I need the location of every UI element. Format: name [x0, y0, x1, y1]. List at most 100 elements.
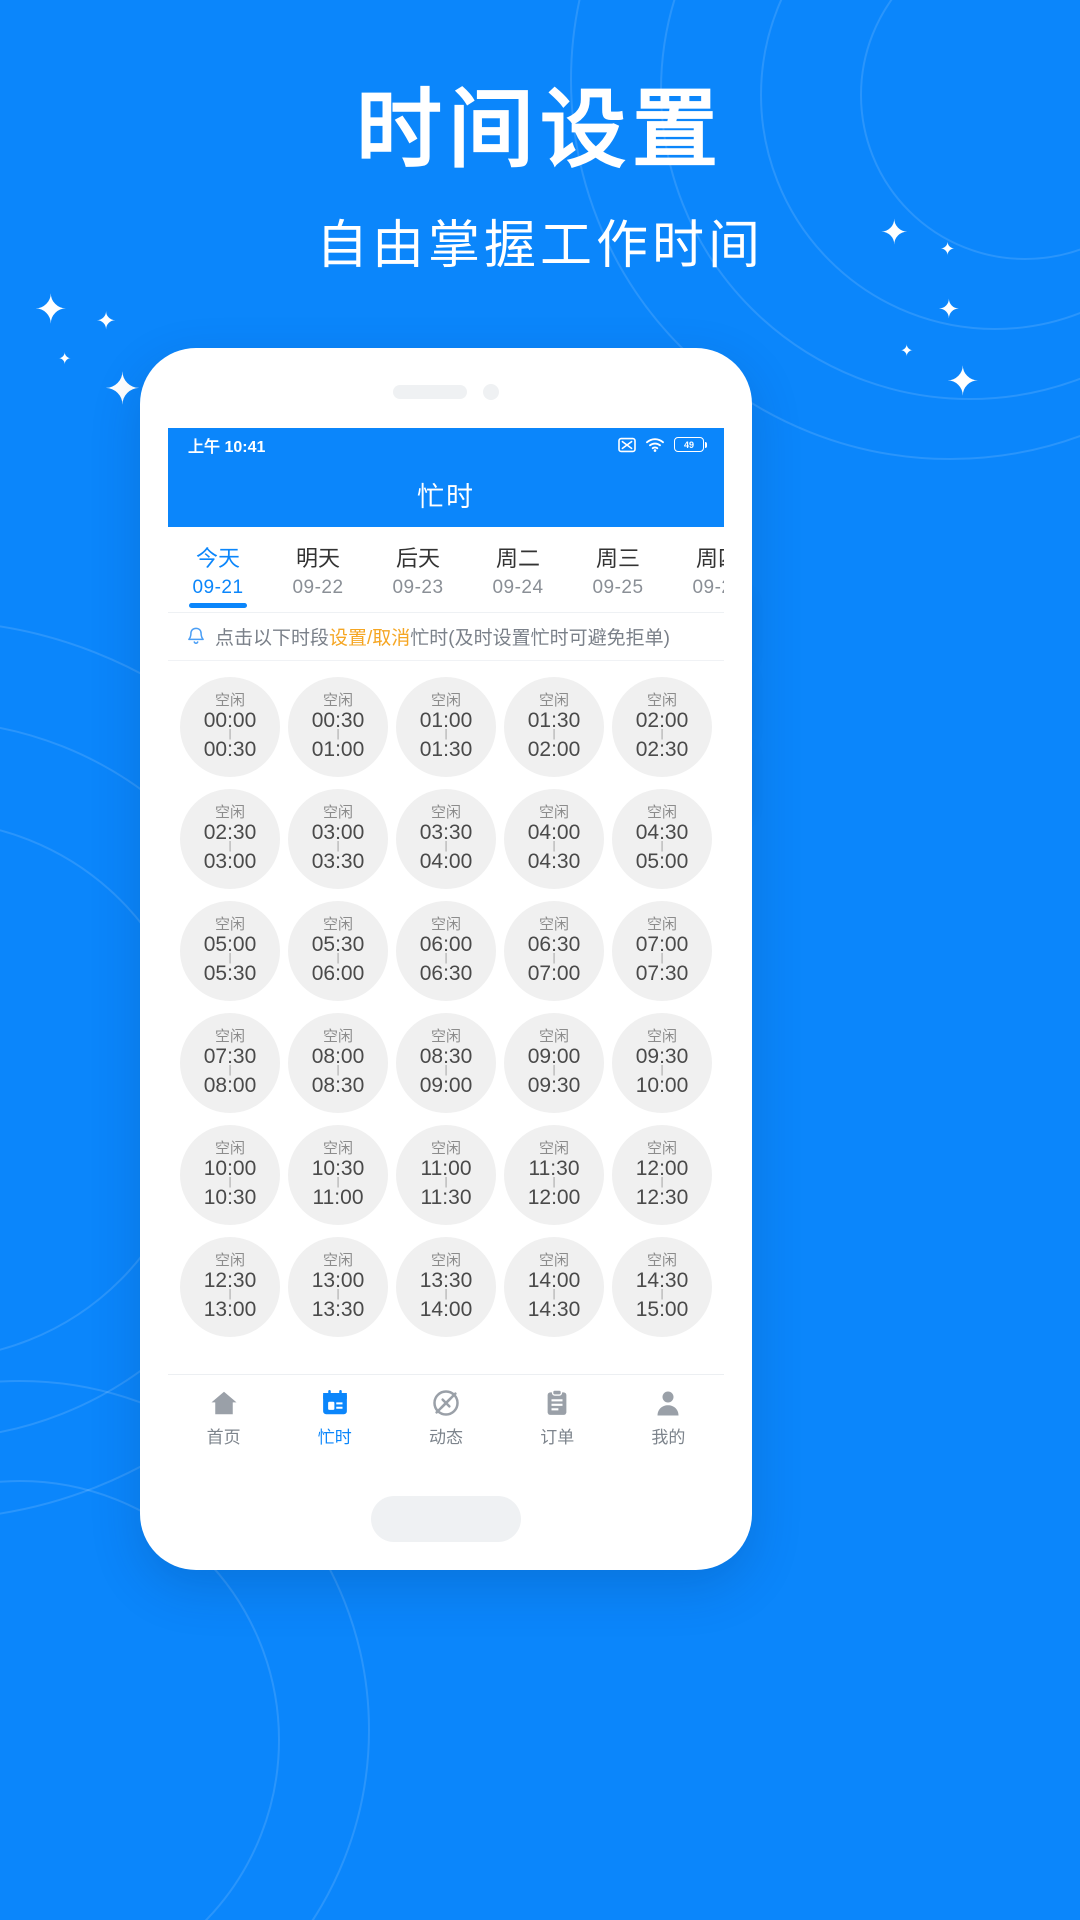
time-slot[interactable]: 空闲 05:30 | 06:00: [288, 901, 388, 1001]
time-slot[interactable]: 空闲 03:30 | 04:00: [396, 789, 496, 889]
front-camera-icon: [483, 384, 499, 400]
time-slot[interactable]: 空闲 00:30 | 01:00: [288, 677, 388, 777]
date-tab-09-25[interactable]: 周三 09-25: [568, 527, 668, 612]
slot-state: 空闲: [538, 916, 569, 934]
slot-end-time: 12:00: [527, 1186, 581, 1210]
slot-end-time: 02:30: [635, 738, 689, 762]
date-tab-name: 周二: [495, 545, 540, 571]
time-slot[interactable]: 空闲 02:00 | 02:30: [612, 677, 712, 777]
time-slot[interactable]: 空闲 00:00 | 00:30: [180, 677, 280, 777]
slot-end-time: 03:00: [203, 850, 257, 874]
slot-state: 空闲: [646, 1252, 677, 1270]
slot-end-time: 01:00: [311, 738, 365, 762]
phone-screen: 上午 10:41 49 忙时 今天 09-21 明天 09-22 后天 09-2…: [168, 428, 724, 1460]
nav-item-动态[interactable]: 动态: [390, 1388, 501, 1448]
hero-headline: 时间设置 自由掌握工作时间: [0, 84, 1080, 278]
slot-end-time: 09:30: [527, 1074, 581, 1098]
time-slot[interactable]: 空闲 14:30 | 15:00: [612, 1237, 712, 1337]
date-tab-09-23[interactable]: 后天 09-23: [368, 527, 468, 612]
time-slot[interactable]: 空闲 07:30 | 08:00: [180, 1013, 280, 1113]
nav-item-我的[interactable]: 我的: [613, 1388, 724, 1448]
time-slot[interactable]: 空闲 01:00 | 01:30: [396, 677, 496, 777]
slot-state: 空闲: [430, 1028, 461, 1046]
wifi-icon: [646, 437, 664, 452]
nav-item-订单[interactable]: 订单: [502, 1388, 613, 1448]
date-tab-09-21[interactable]: 今天 09-21: [168, 527, 268, 612]
slot-end-time: 01:30: [419, 738, 473, 762]
nav-item-label: 动态: [429, 1427, 463, 1447]
banner-text: 点击以下时段设置/取消忙时(及时设置忙时可避免拒单): [215, 623, 670, 650]
time-slot[interactable]: 空闲 09:00 | 09:30: [504, 1013, 604, 1113]
nav-item-首页[interactable]: 首页: [168, 1388, 279, 1448]
time-slot[interactable]: 空闲 06:30 | 07:00: [504, 901, 604, 1001]
nav-item-忙时[interactable]: 忙时: [279, 1388, 390, 1448]
slot-state: 空闲: [646, 692, 677, 710]
slot-state: 空闲: [538, 1252, 569, 1270]
time-slot[interactable]: 空闲 09:30 | 10:00: [612, 1013, 712, 1113]
slot-state: 空闲: [322, 1252, 353, 1270]
home-button[interactable]: [371, 1496, 521, 1542]
sparkle-icon: ✦: [96, 308, 117, 335]
date-tab-09-26[interactable]: 周四 09-26: [668, 527, 724, 612]
slot-state: 空闲: [322, 1028, 353, 1046]
slot-state: 空闲: [646, 916, 677, 934]
time-slot[interactable]: 空闲 08:30 | 09:00: [396, 1013, 496, 1113]
nav-item-label: 订单: [540, 1427, 575, 1447]
time-slot[interactable]: 空闲 13:30 | 14:00: [396, 1237, 496, 1337]
date-tab-bar[interactable]: 今天 09-21 明天 09-22 后天 09-23 周二 09-24 周三 09-25 周四 09-…: [168, 527, 724, 613]
sparkle-icon: ✦: [900, 343, 914, 360]
person-icon: [653, 1388, 683, 1418]
banner-text-highlight: 设置/取消: [329, 628, 411, 649]
time-slot[interactable]: 空闲 10:30 | 11:00: [288, 1125, 388, 1225]
slot-state: 空闲: [214, 1140, 245, 1158]
slot-end-time: 14:00: [419, 1298, 473, 1322]
nav-item-label: 忙时: [317, 1427, 352, 1447]
time-slot[interactable]: 空闲 02:30 | 03:00: [180, 789, 280, 889]
slot-end-time: 05:00: [635, 850, 689, 874]
date-tab-09-22[interactable]: 明天 09-22: [268, 527, 368, 612]
slot-state: 空闲: [538, 804, 569, 822]
home-icon: [209, 1388, 239, 1418]
time-slot[interactable]: 空闲 04:30 | 05:00: [612, 789, 712, 889]
page-subtitle: 自由掌握工作时间: [315, 216, 764, 275]
no-sim-icon: [618, 437, 636, 452]
phone-mockup: 上午 10:41 49 忙时 今天 09-21 明天 09-22 后天 09-2…: [140, 348, 752, 1570]
time-slot[interactable]: 空闲 14:00 | 14:30: [504, 1237, 604, 1337]
time-slot[interactable]: 空闲 10:00 | 10:30: [180, 1125, 280, 1225]
time-slot-grid[interactable]: 空闲 00:00 | 00:30 空闲 00:30 | 01:00 空闲 01:00 | 01:30 空…: [168, 661, 724, 1345]
slot-state: 空闲: [322, 916, 353, 934]
date-tab-name: 周三: [595, 545, 640, 571]
slot-end-time: 08:00: [203, 1074, 257, 1098]
slot-end-time: 11:30: [420, 1186, 472, 1210]
time-slot[interactable]: 空闲 01:30 | 02:00: [504, 677, 604, 777]
slot-end-time: 03:30: [311, 850, 365, 874]
time-slot[interactable]: 空闲 07:00 | 07:30: [612, 901, 712, 1001]
time-slot[interactable]: 空闲 03:00 | 03:30: [288, 789, 388, 889]
slot-end-time: 08:30: [311, 1074, 365, 1098]
calendar-icon: [320, 1388, 350, 1418]
nav-item-label: 首页: [206, 1427, 241, 1447]
slot-state: 空闲: [214, 916, 245, 934]
slot-state: 空闲: [430, 1140, 461, 1158]
date-tab-date: 09-24: [492, 576, 544, 598]
time-slot[interactable]: 空闲 12:00 | 12:30: [612, 1125, 712, 1225]
time-slot[interactable]: 空闲 05:00 | 05:30: [180, 901, 280, 1001]
slot-state: 空闲: [646, 1028, 677, 1046]
time-slot[interactable]: 空闲 08:00 | 08:30: [288, 1013, 388, 1113]
app-header-title: 忙时: [417, 481, 475, 512]
bell-icon: [188, 627, 204, 644]
time-slot[interactable]: 空闲 13:00 | 13:30: [288, 1237, 388, 1337]
slot-end-time: 09:00: [419, 1074, 473, 1098]
phone-notch: [140, 384, 752, 400]
time-slot[interactable]: 空闲 12:30 | 13:00: [180, 1237, 280, 1337]
time-slot[interactable]: 空闲 11:00 | 11:30: [396, 1125, 496, 1225]
nav-item-label: 我的: [651, 1427, 686, 1447]
time-slot[interactable]: 空闲 04:00 | 04:30: [504, 789, 604, 889]
app-header: 忙时: [168, 461, 724, 527]
date-tab-09-24[interactable]: 周二 09-24: [468, 527, 568, 612]
bottom-navigation[interactable]: 首页 忙时 动态 订单 我的: [168, 1374, 724, 1460]
time-slot[interactable]: 空闲 11:30 | 12:00: [504, 1125, 604, 1225]
slot-state: 空闲: [430, 804, 461, 822]
time-slot[interactable]: 空闲 06:00 | 06:30: [396, 901, 496, 1001]
battery-level: 49: [683, 439, 694, 450]
